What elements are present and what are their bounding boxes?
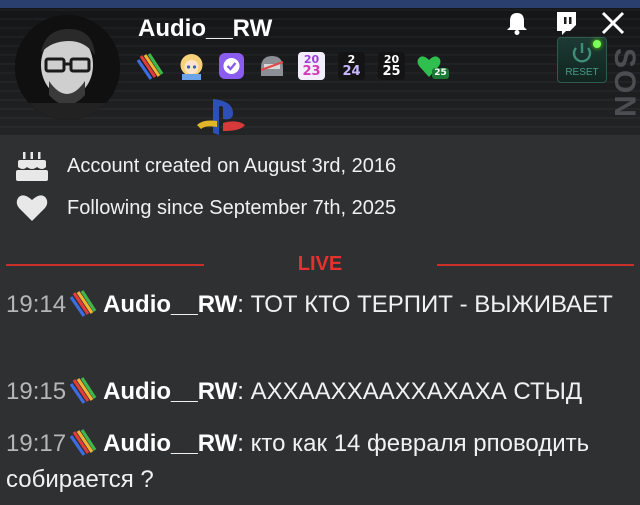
message-username[interactable]: Audio__RW [103, 378, 237, 405]
account-created-text: Account created on August 3rd, 2016 [67, 154, 397, 177]
bell-icon[interactable] [504, 10, 530, 36]
message-text: АХХААХХААХХАХАХА СТЫД [250, 378, 583, 405]
profile-username[interactable]: Audio__RW [138, 15, 272, 43]
message-text: ТОТ КТО ТЕРПИТ - ВЫЖИВАЕТ [250, 291, 613, 318]
message-username[interactable]: Audio__RW [103, 291, 237, 318]
verified-badge-icon[interactable] [218, 52, 245, 80]
message-time: 19:17 [6, 430, 67, 457]
avatar[interactable] [15, 15, 120, 120]
anime-girl-badge-icon[interactable] [178, 52, 205, 80]
year-2025-badge-icon[interactable]: 20 25 [378, 52, 405, 80]
header-top-strip [0, 0, 640, 8]
rainbow-stripes-badge-icon[interactable] [70, 289, 97, 317]
twitch-icon[interactable] [553, 10, 579, 36]
chat-message: 19:14 Audio__RW: ТОТ КТО ТЕРПИТ - ВЫЖИВА… [6, 289, 613, 318]
year-2023-badge-icon[interactable]: 20 23 [298, 52, 325, 80]
playstation-logo-icon [193, 93, 249, 135]
following-since-row: Following since September 7th, 2025 [15, 192, 396, 224]
close-icon[interactable] [600, 10, 626, 36]
message-time: 19:14 [6, 291, 67, 318]
rainbow-stripes-badge-icon[interactable] [70, 376, 97, 404]
rainbow-stripes-badge-icon[interactable] [70, 428, 97, 456]
reset-label: RESET [565, 67, 599, 78]
chat-message: 19:15 Audio__RW: АХХААХХААХХАХАХА СТЫД [6, 376, 583, 405]
message-username[interactable]: Audio__RW [103, 430, 237, 457]
birthday-cake-icon [15, 150, 49, 182]
message-time: 19:15 [6, 378, 67, 405]
rainbow-stripes-badge-icon[interactable] [136, 52, 164, 80]
live-label: LIVE [297, 253, 343, 275]
following-since-text: Following since September 7th, 2025 [67, 196, 397, 219]
helmet-badge-icon[interactable] [258, 52, 285, 80]
reset-button[interactable]: RESET [557, 37, 607, 83]
profile-header: Audio__RW 20 23 2 24 20 25 25 RESET SON [0, 0, 640, 135]
brand-vertical-text: SON [608, 48, 640, 120]
status-led [593, 40, 601, 48]
year-2024-badge-icon[interactable]: 2 24 [338, 52, 365, 80]
chat-message: 19:17 Audio__RW: кто как 14 февраля рпов… [6, 428, 590, 493]
account-created-row: Account created on August 3rd, 2016 [15, 150, 396, 182]
green-heart-25-badge-icon[interactable]: 25 [416, 52, 450, 80]
heart-icon [15, 192, 49, 224]
